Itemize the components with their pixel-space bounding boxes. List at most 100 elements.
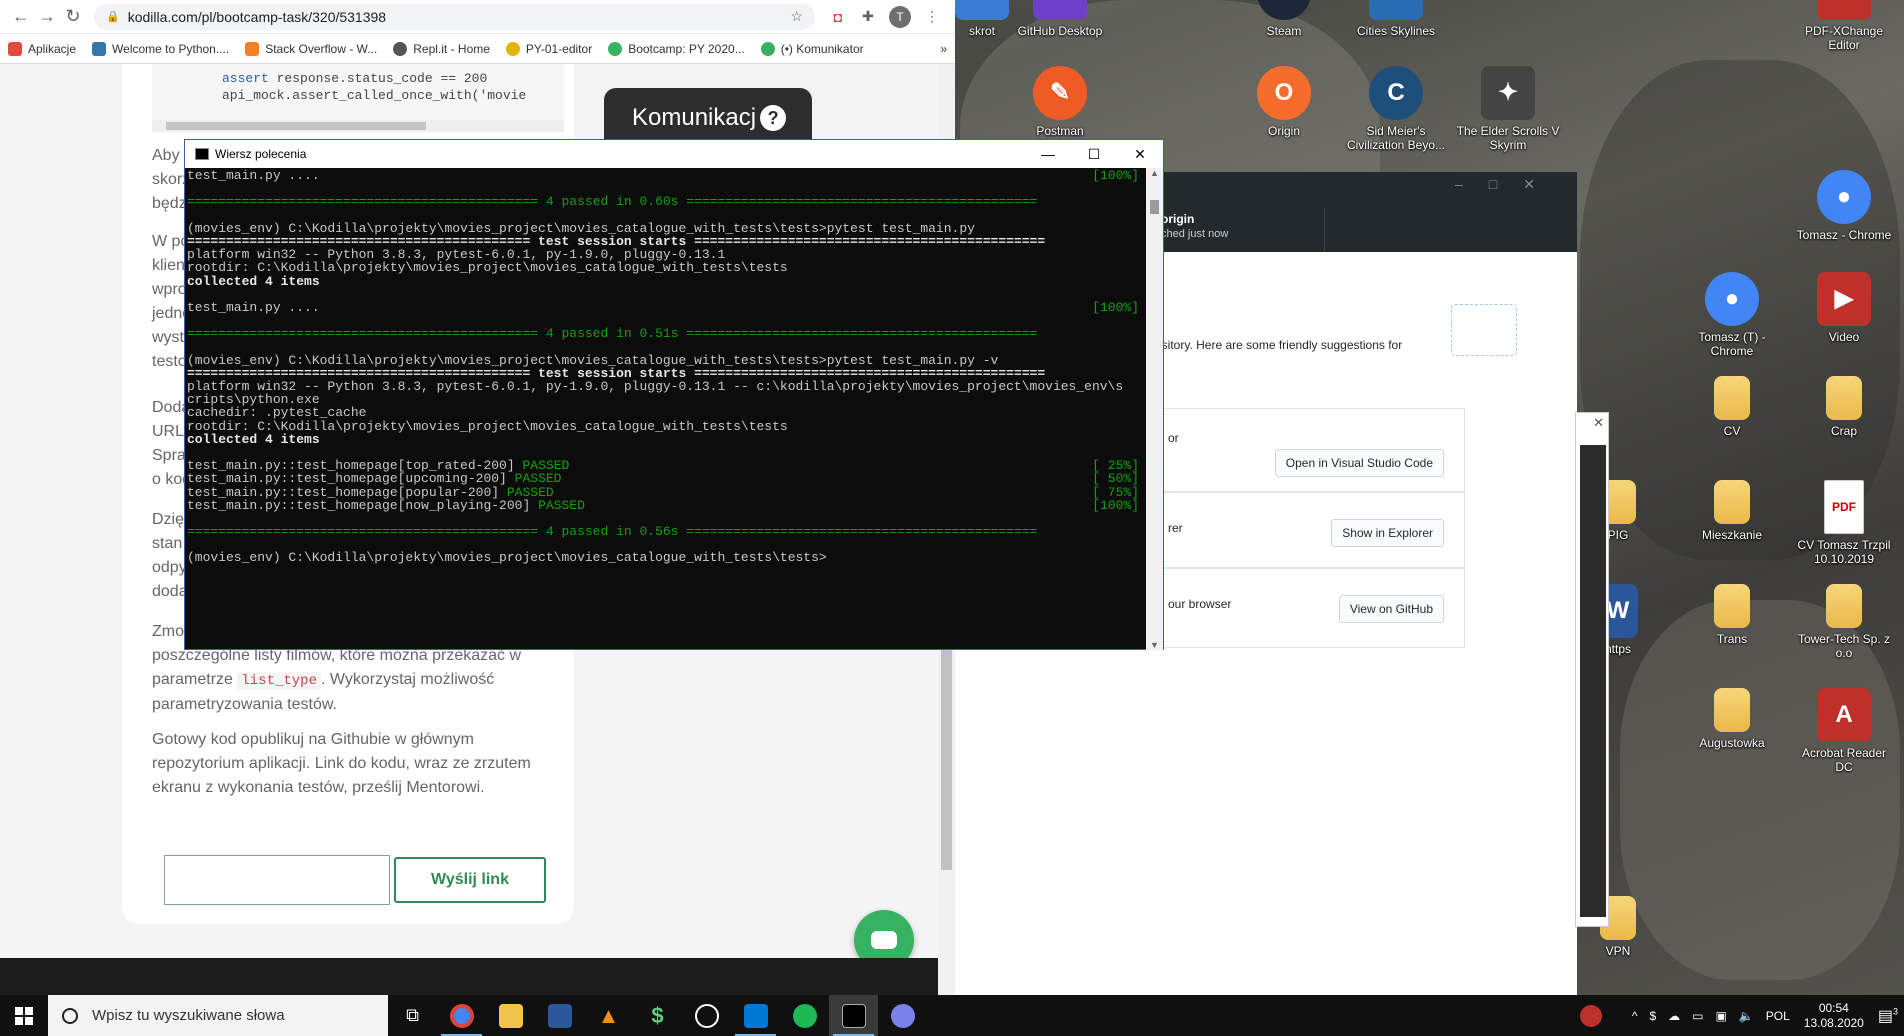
bookmark-komunikator[interactable]: (•) Komunikator bbox=[760, 41, 864, 56]
extensions-puzzle-icon[interactable]: ✚ bbox=[853, 8, 883, 25]
desktop-icon-crap[interactable]: Crap bbox=[1792, 376, 1896, 438]
desktop-icon-skyrim[interactable]: ✦ The Elder Scrolls V Skyrim bbox=[1456, 66, 1560, 152]
language-indicator[interactable]: POL bbox=[1766, 1009, 1790, 1023]
bookmark-replit[interactable]: Repl.it - Home bbox=[393, 41, 490, 56]
battery-icon[interactable]: ▭ bbox=[1692, 1009, 1703, 1023]
console-output[interactable]: test_main.py .... [100%] =================… bbox=[185, 168, 1147, 650]
console-line: platform win32 -- Python 3.8.3, pytest-6… bbox=[187, 379, 1147, 394]
scroll-up-icon[interactable]: ▲ bbox=[1146, 168, 1163, 178]
show-in-explorer-button[interactable]: Show in Explorer bbox=[1331, 519, 1444, 547]
speedometer-icon[interactable] bbox=[682, 995, 731, 1036]
console-line: test_main.py::test_homepage[top_rated-20… bbox=[187, 458, 1147, 473]
url-text[interactable]: kodilla.com/pl/bootcamp-task/320/531398 bbox=[128, 9, 386, 25]
bookmark-label: Welcome to Python.... bbox=[112, 41, 230, 56]
cmd-taskbar-icon[interactable] bbox=[829, 995, 878, 1036]
close-icon[interactable]: ✕ bbox=[1117, 146, 1163, 163]
desktop-icon-augustowka[interactable]: Augustowka bbox=[1680, 688, 1784, 750]
window-controls[interactable]: –□✕ bbox=[1455, 176, 1561, 193]
desktop-icon-tower-tech[interactable]: Tower-Tech Sp. z o.o bbox=[1792, 584, 1896, 660]
reload-icon[interactable]: ↻ bbox=[60, 6, 86, 27]
word-icon[interactable] bbox=[535, 995, 584, 1036]
folder-icon bbox=[1714, 376, 1750, 420]
clock[interactable]: 00:54 13.08.2020 bbox=[1804, 1001, 1864, 1031]
view-on-github-button[interactable]: View on GitHub bbox=[1338, 595, 1444, 623]
desktop-icon-chrome-tomasz-t[interactable]: ● Tomasz (T) - Chrome bbox=[1680, 272, 1784, 358]
desktop-icon-cities-skylines[interactable]: C Cities Skylines bbox=[1344, 0, 1448, 38]
github-desktop-icon: G bbox=[1033, 0, 1087, 20]
system-tray: ^ $ ☁ ▭ ▣ 🔈 POL 00:54 13.08.2020 ▤3 bbox=[1574, 995, 1904, 1036]
vscode-icon[interactable] bbox=[731, 995, 780, 1036]
back-icon[interactable]: ← bbox=[8, 6, 34, 27]
bookmark-label: PY-01-editor bbox=[525, 41, 593, 56]
desktop-icon-chrome-tomasz[interactable]: ● Tomasz - Chrome bbox=[1792, 170, 1896, 242]
send-link-button[interactable]: Wyślij link bbox=[394, 857, 546, 903]
desktop-icon-mieszkanie[interactable]: Mieszkanie bbox=[1680, 480, 1784, 542]
file-explorer-icon[interactable] bbox=[486, 995, 535, 1036]
bookmark-bootcamp[interactable]: Bootcamp: PY 2020... bbox=[608, 41, 745, 56]
menu-kebab-icon[interactable]: ⋮ bbox=[917, 8, 947, 25]
console-scrollbar[interactable]: ▲ ▼ bbox=[1146, 168, 1163, 650]
chrome-taskbar-icon[interactable] bbox=[437, 995, 486, 1036]
desktop-icon-label: CV Tomasz Trzpil 10.10.2019 bbox=[1797, 538, 1891, 566]
desktop-icon-cv-pdf[interactable]: PDF CV Tomasz Trzpil 10.10.2019 bbox=[1792, 480, 1896, 566]
link-input[interactable] bbox=[164, 855, 390, 905]
close-icon[interactable]: ✕ bbox=[1593, 415, 1604, 431]
cmd-icon bbox=[195, 148, 209, 160]
postman-icon: ✎ bbox=[1033, 66, 1087, 120]
notifications-icon[interactable]: ▤3 bbox=[1878, 1006, 1898, 1026]
vlc-icon[interactable]: ▲ bbox=[584, 995, 633, 1036]
bookmark-stackoverflow[interactable]: Stack Overflow - W... bbox=[245, 41, 377, 56]
desktop-icon-cv[interactable]: CV bbox=[1680, 376, 1784, 438]
console-line: ========================================… bbox=[187, 326, 1147, 341]
taskbar-search[interactable]: Wpisz tu wyszukiwane słowa bbox=[48, 995, 388, 1036]
address-bar[interactable]: 🔒 kodilla.com/pl/bootcamp-task/320/53139… bbox=[94, 3, 815, 30]
desktop-icon-video[interactable]: ▶ Video bbox=[1792, 272, 1896, 344]
desktop-icon-pdf-xchange[interactable]: P PDF-XChange Editor bbox=[1792, 0, 1896, 52]
bookmark-apps[interactable]: Aplikacje bbox=[8, 41, 76, 56]
start-button[interactable] bbox=[0, 995, 48, 1036]
help-icon[interactable]: ? bbox=[760, 105, 787, 131]
cmd-titlebar[interactable]: Wiersz polecenia — ☐ ✕ bbox=[185, 140, 1163, 168]
cloud-icon[interactable]: ☁ bbox=[1668, 1009, 1680, 1023]
desktop-icon-label: VPN bbox=[1605, 944, 1631, 958]
scrollbar-thumb[interactable] bbox=[1150, 200, 1159, 214]
teams-icon[interactable] bbox=[878, 995, 927, 1036]
suggestion-text: ository. Here are some friendly suggesti… bbox=[1155, 338, 1403, 352]
lock-icon[interactable]: 🔒 bbox=[106, 10, 120, 23]
forward-icon[interactable]: → bbox=[34, 6, 60, 27]
network-icon[interactable]: ▣ bbox=[1715, 1009, 1726, 1023]
more-bookmarks-chevron[interactable]: » bbox=[940, 42, 947, 56]
bookmark-star-icon[interactable]: ☆ bbox=[790, 8, 803, 25]
spotify-icon[interactable] bbox=[780, 995, 829, 1036]
task-view-icon[interactable]: ⧉ bbox=[388, 995, 437, 1036]
desktop-icon-acrobat[interactable]: A Acrobat Reader DC bbox=[1792, 688, 1896, 774]
desktop-icon-postman[interactable]: ✎ Postman bbox=[1008, 66, 1112, 138]
money-app-icon[interactable]: $ bbox=[633, 995, 682, 1036]
console-line: (movies_env) C:\Kodilla\projekty\movies_… bbox=[187, 221, 1147, 236]
antivirus-icon[interactable] bbox=[1579, 1004, 1602, 1027]
desktop-icon-github-desktop[interactable]: G GitHub Desktop bbox=[1008, 0, 1112, 38]
profile-avatar[interactable]: T bbox=[889, 5, 911, 28]
kodilla-icon bbox=[760, 41, 775, 56]
code-horizontal-scrollbar[interactable] bbox=[152, 120, 564, 132]
desktop-icon-label: Video bbox=[1828, 330, 1860, 344]
desktop-icon-origin[interactable]: O Origin bbox=[1232, 66, 1336, 138]
bookmark-py-editor[interactable]: PY-01-editor bbox=[505, 41, 593, 56]
volume-icon[interactable]: 🔈 bbox=[1739, 1009, 1754, 1023]
maximize-icon[interactable]: ☐ bbox=[1071, 146, 1117, 163]
desktop-icon-civilization[interactable]: C Sid Meier's Civilization Beyo... bbox=[1344, 66, 1448, 152]
desktop-icon-trans[interactable]: Trans bbox=[1680, 584, 1784, 646]
suggestion-browser: our browser View on GitHub bbox=[1155, 568, 1465, 648]
notification-count: 3 bbox=[1892, 1006, 1898, 1017]
console-line: platform win32 -- Python 3.8.3, pytest-6… bbox=[187, 247, 1147, 262]
scroll-down-icon[interactable]: ▼ bbox=[1146, 640, 1163, 650]
desktop-icon-steam[interactable]: S Steam bbox=[1232, 0, 1336, 38]
bookmark-python[interactable]: Welcome to Python.... bbox=[92, 41, 230, 56]
scrollbar-thumb[interactable] bbox=[166, 122, 426, 130]
dollar-tray-icon[interactable]: $ bbox=[1649, 1009, 1656, 1023]
chevron-up-icon[interactable]: ^ bbox=[1632, 1009, 1638, 1023]
pocket-extension-icon[interactable]: ◘ bbox=[823, 9, 853, 25]
minimize-icon[interactable]: — bbox=[1025, 146, 1071, 163]
open-in-vscode-button[interactable]: Open in Visual Studio Code bbox=[1274, 449, 1444, 477]
